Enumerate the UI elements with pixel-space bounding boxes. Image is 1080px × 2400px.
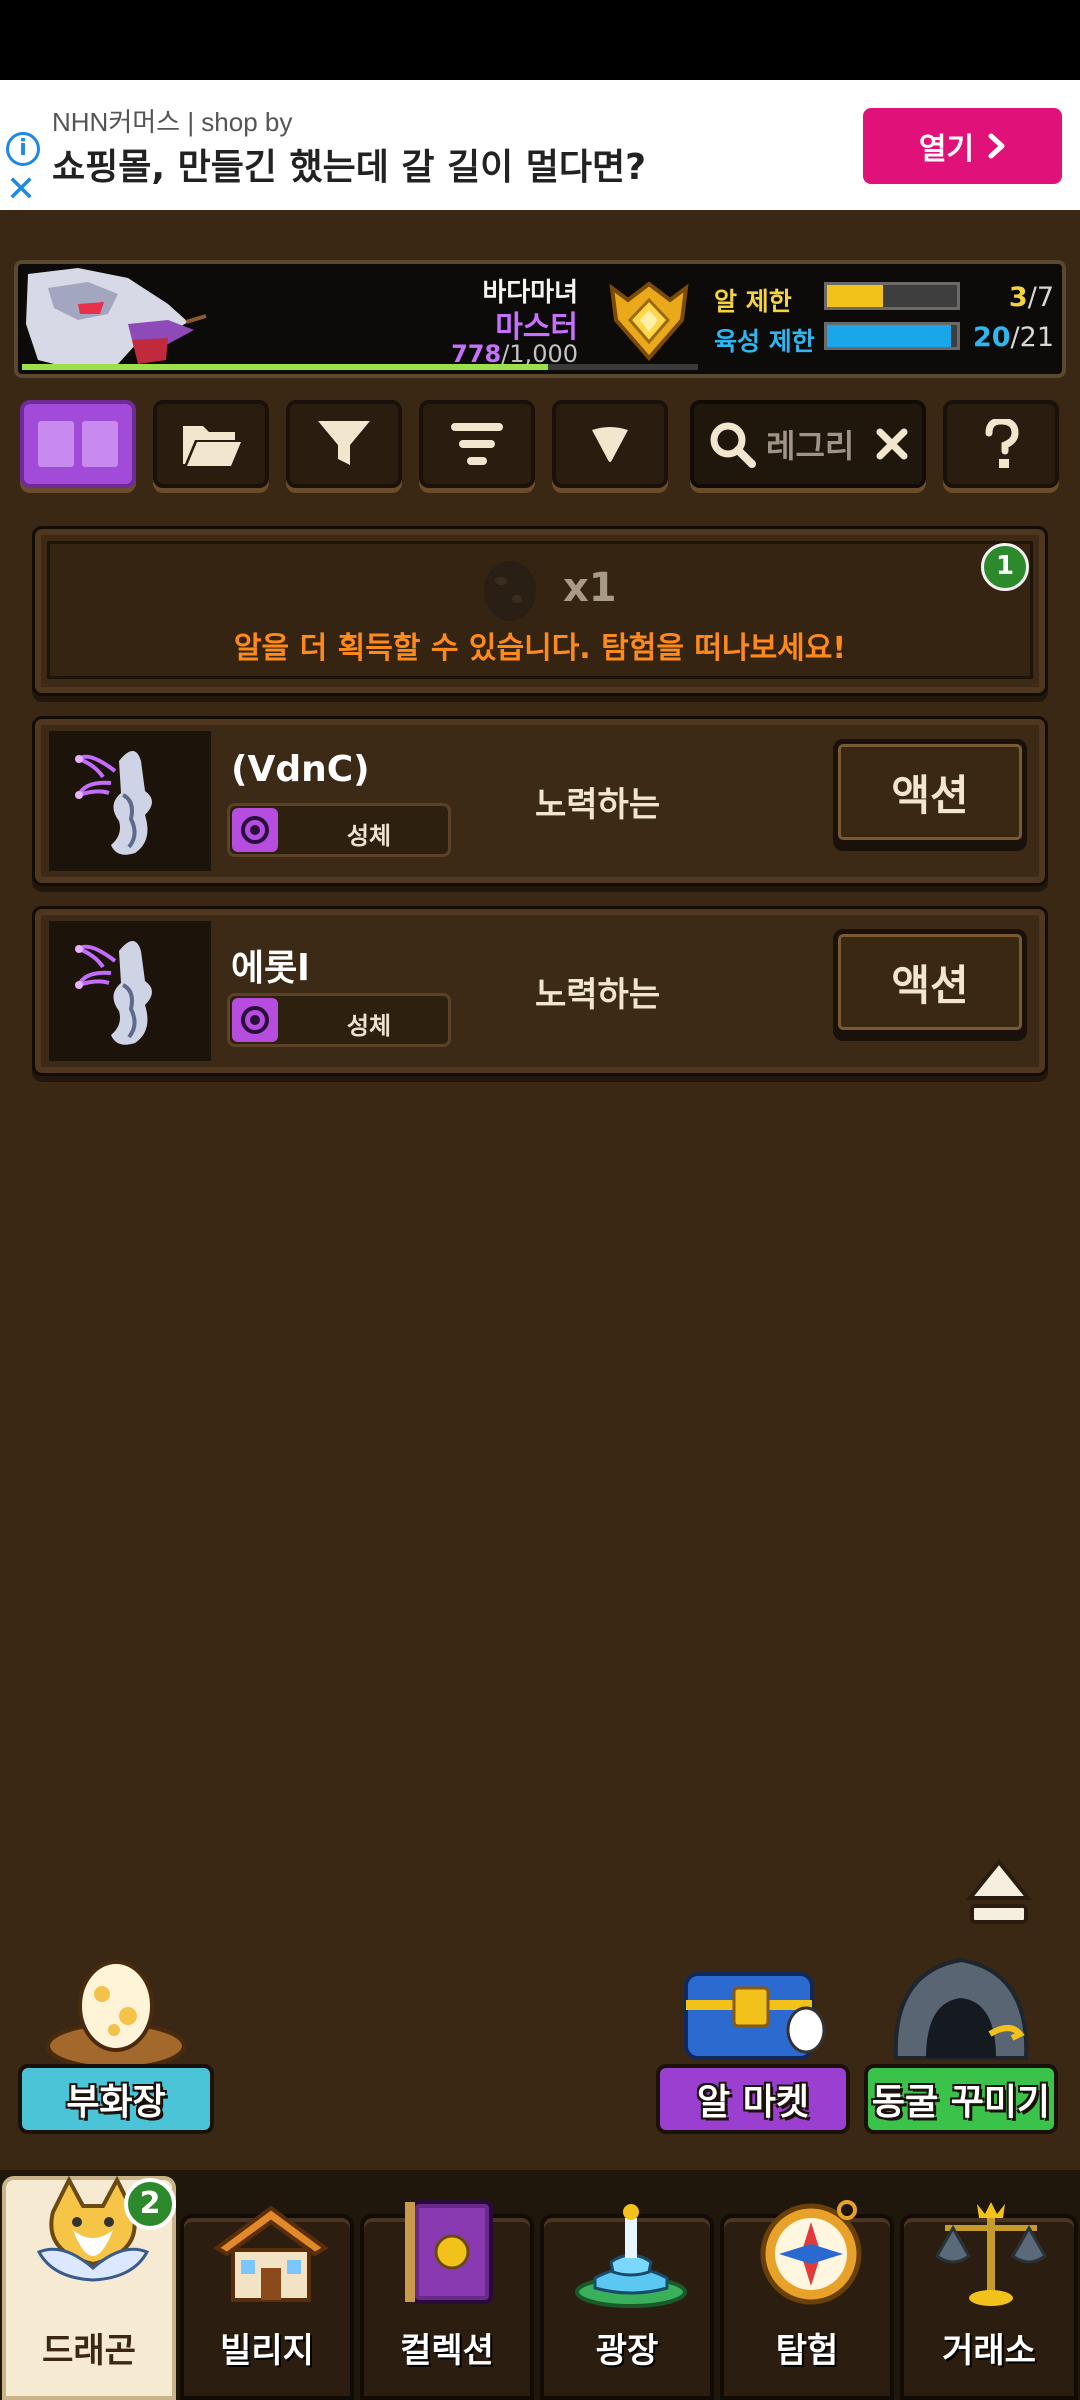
folder-button[interactable] [153,400,269,488]
status-bar [0,0,1080,80]
nav-tab-explore[interactable]: 탐험 [720,2200,894,2400]
growth-stage-label: 성체 [346,822,392,850]
close-icon[interactable]: ✕ [6,172,36,208]
nav-tab-dragon[interactable]: 2 드래곤 [2,2175,176,2400]
xp-text: 778/1,000 [451,340,578,368]
search-icon [710,422,756,468]
growth-stage-tag: 성체 [227,993,451,1047]
dragon-status: 노력하는 [535,785,661,825]
sort-button[interactable] [419,400,535,488]
action-button[interactable]: 액션 [833,739,1027,845]
filter-icon [318,421,370,465]
dropdown-icon [592,427,628,462]
compass-icon [760,2200,862,2305]
egg-limit-current: 3 [1008,282,1028,313]
chevron-right-icon [988,133,1005,159]
nav-tab-label: 거래소 [942,2331,1036,2371]
dragon-card[interactable]: (VdnC) 성체 노력하는 액션 [32,716,1048,886]
master-rank-badge-icon [609,281,689,362]
ad-open-button[interactable]: 열기 [863,108,1062,184]
egg-slot-card[interactable]: x1 알을 더 획득할 수 있습니다. 탐험을 떠나보세요! 1 [32,526,1048,696]
fountain-icon [575,2204,687,2308]
filter-button[interactable] [286,400,402,488]
ad-open-label: 열기 [918,132,975,167]
search-input[interactable]: 레그리 [766,421,866,467]
scale-icon [935,2202,1047,2306]
xp-bar [22,364,698,370]
hatchery-button[interactable]: 부화장 [18,1960,214,2134]
search-box[interactable]: 레그리 [690,400,926,488]
scroll-to-top-icon[interactable] [966,1858,1032,1928]
nav-tab-plaza[interactable]: 광장 [540,2204,714,2400]
grid-view-icon [38,421,118,467]
clear-icon[interactable] [876,428,908,460]
cave-icon [893,1957,1029,2060]
dropdown-button[interactable] [552,400,668,488]
growth-stage-tag: 성체 [227,803,451,857]
raise-limit-value: 20/21 [973,322,1054,353]
player-profile[interactable]: 바다마녀 마스터 778/1,000 알 제한 3/7 육성 제한 20/21 [14,260,1066,378]
dragon-name: (VdnC) [231,749,370,790]
nav-tab-collection[interactable]: 컬렉션 [360,2200,534,2400]
nav-tab-label: 탐험 [775,2331,839,2371]
egg-limit-value: 3/7 [1009,282,1054,313]
dragon-card[interactable]: 에롯l 성체 노력하는 액션 [32,906,1048,1076]
grid-view-button[interactable] [20,400,136,488]
adult-stage-icon [232,998,278,1042]
cave-decor-label: 동굴 꾸미기 [864,2064,1058,2134]
treasure-chest-icon [684,1972,826,2060]
hatchery-label: 부화장 [18,2064,214,2134]
raise-limit-label: 육성 제한 [714,327,815,356]
egg-limit-max: /7 [1027,282,1054,313]
egg-count: x1 [563,565,617,611]
dragon-tab-badge: 2 [124,2178,176,2230]
dragon-portrait [49,731,211,871]
raise-limit-bar [824,322,960,350]
raise-limit-current: 20 [972,322,1011,353]
egg-limit-bar [824,282,960,310]
sort-icon [451,423,503,465]
dragon-name: 에롯l [231,948,310,989]
cave-decor-button[interactable]: 동굴 꾸미기 [864,1957,1058,2134]
adult-stage-icon [232,808,278,852]
nav-tab-label: 컬렉션 [400,2331,494,2371]
raise-limit-bar-fill [827,325,951,347]
egg-market-label: 알 마켓 [656,2064,850,2134]
ad-headline[interactable]: 쇼핑몰, 만들긴 했는데 갈 길이 멀다면? [52,138,646,190]
action-button[interactable]: 액션 [833,929,1027,1035]
dragon-portrait [49,921,211,1061]
nav-tab-label: 빌리지 [220,2331,314,2371]
nav-tab-exchange[interactable]: 거래소 [900,2202,1078,2400]
egg-silhouette-icon [484,561,536,621]
bottom-navigation: 2 드래곤 빌리지 컬렉션 광장 탐험 거래소 [0,2170,1080,2400]
ad-sponsor: NHN커머스 | shop by [52,107,293,137]
egg-nest-icon [46,1960,186,2070]
help-button[interactable] [943,400,1059,488]
egg-limit-label: 알 제한 [714,287,792,316]
egg-limit-bar-fill [827,285,883,307]
collection-book-icon [405,2200,493,2304]
help-icon [985,419,1019,468]
nav-tab-label: 광장 [595,2331,659,2371]
egg-message: 알을 더 획득할 수 있습니다. 탐험을 떠나보세요! [233,631,847,666]
egg-count-badge: 1 [981,543,1029,591]
dragon-status: 노력하는 [535,975,661,1015]
growth-stage-label: 성체 [346,1012,392,1040]
xp-max: /1,000 [501,340,578,368]
nav-tab-village[interactable]: 빌리지 [180,2205,354,2400]
xp-current: 778 [451,340,502,368]
folder-icon [183,426,241,466]
nav-tab-label: 드래곤 [42,2331,136,2371]
egg-market-button[interactable]: 알 마켓 [656,1960,850,2134]
ad-banner[interactable]: i ✕ NHN커머스 | shop by 쇼핑몰, 만들긴 했는데 갈 길이 멀… [0,80,1080,210]
dragon-avatar [18,264,218,374]
raise-limit-max: /21 [1010,322,1054,353]
info-icon[interactable]: i [6,132,40,166]
house-icon [213,2205,329,2302]
